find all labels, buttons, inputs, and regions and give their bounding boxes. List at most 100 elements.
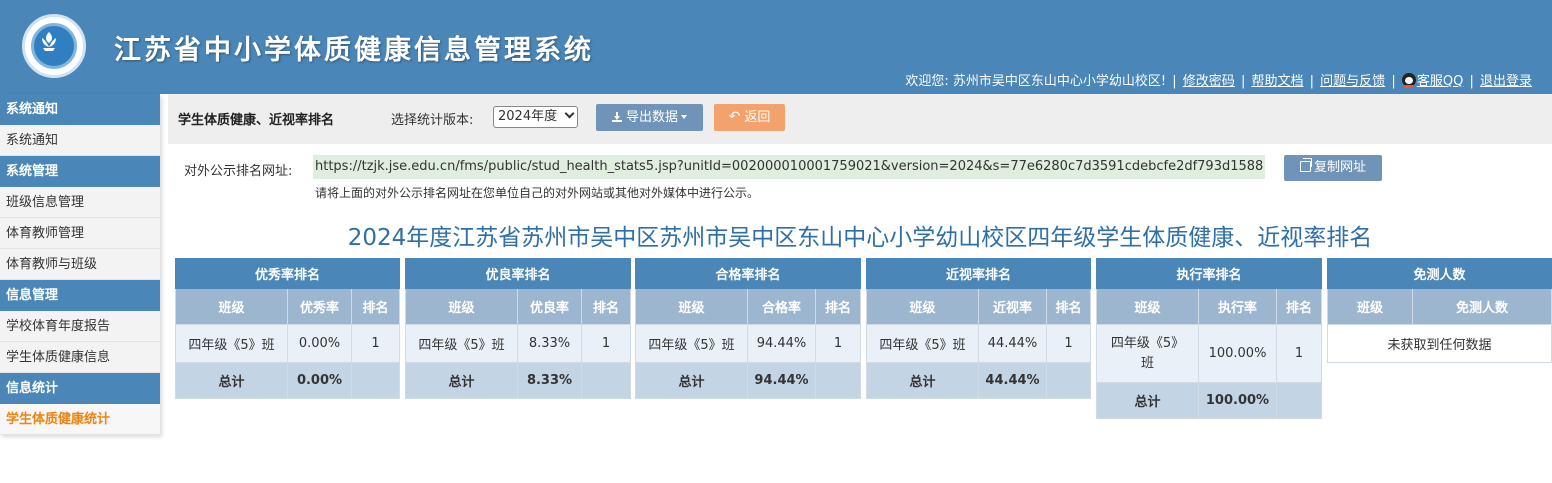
user-bar: 欢迎您: 苏州市吴中区东山中心小学幼山校区! | 修改密码 | 帮助文档 | 问… — [905, 73, 1532, 89]
column-header: 班级 — [866, 288, 979, 325]
table-caption: 合格率排名 — [635, 258, 861, 289]
class-cell: 四年级《5》班 — [405, 324, 518, 363]
sidebar-section-statistics[interactable]: 信息统计 — [0, 373, 160, 404]
pass-rate-table: 合格率排名 班级 合格率 排名 四年级《5》班 94.44% 1 总计 94.4… — [635, 258, 861, 399]
total-row: 总计 44.44% — [866, 362, 1091, 399]
table-row: 四年级《5》班 0.00% 1 — [175, 324, 400, 363]
help-doc-link[interactable]: 帮助文档 — [1251, 74, 1303, 89]
caret-down-icon — [681, 115, 687, 119]
excellent-rate-table: 优秀率排名 班级 优秀率 排名 四年级《5》班 0.00% 1 总计 0.00% — [175, 258, 400, 399]
site-logo — [22, 14, 86, 78]
public-url-note: 请将上面的对外公示排名网址在您单位自己的对外网站或其他对外媒体中进行公示。 — [315, 186, 760, 200]
class-cell: 四年级《5》班 — [635, 324, 748, 363]
sidebar-item-student-health-stats[interactable]: 学生体质健康统计 — [0, 404, 160, 435]
column-header: 班级 — [1096, 288, 1199, 325]
change-password-link[interactable]: 修改密码 — [1183, 74, 1235, 89]
version-select[interactable]: 2024年度 — [493, 106, 578, 128]
back-arrow-icon: ↶ — [728, 109, 741, 125]
rate-cell: 8.33% — [517, 324, 582, 363]
column-header: 执行率 — [1198, 288, 1277, 325]
export-data-label: 导出数据 — [625, 110, 678, 125]
total-row: 总计 94.44% — [635, 362, 861, 399]
top-header: 江苏省中小学体质健康信息管理系统 欢迎您: 苏州市吴中区东山中心小学幼山校区! … — [0, 0, 1552, 94]
version-label: 选择统计版本: — [391, 113, 474, 128]
total-label: 总计 — [175, 362, 288, 399]
sidebar-section-notice[interactable]: 系统通知 — [0, 94, 160, 125]
welcome-text: 欢迎您: 苏州市吴中区东山中心小学幼山校区! — [905, 74, 1167, 89]
ranking-heading: 2024年度江苏省苏州市吴中区苏州市吴中区东山中心小学幼山校区四年级学生体质健康… — [347, 225, 1373, 251]
qq-service-link[interactable]: 客服QQ — [1417, 74, 1463, 89]
total-row: 总计 8.33% — [405, 362, 631, 399]
execution-rate-table: 执行率排名 班级 执行率 排名 四年级《5》班 100.00% 1 总计 100… — [1096, 258, 1322, 419]
total-row: 总计 0.00% — [175, 362, 400, 399]
rate-cell: 0.00% — [287, 324, 352, 363]
rate-cell: 100.00% — [1198, 324, 1277, 383]
qq-icon — [1401, 73, 1416, 88]
column-header: 排名 — [1276, 288, 1322, 325]
sidebar-section-info-management[interactable]: 信息管理 — [0, 280, 160, 311]
total-label: 总计 — [635, 362, 748, 399]
rank-cell: 1 — [351, 324, 400, 363]
back-button[interactable]: ↶ 返回 — [714, 104, 785, 131]
total-value: 0.00% — [287, 362, 352, 399]
table-caption: 优秀率排名 — [175, 258, 400, 289]
column-header: 班级 — [175, 288, 288, 325]
column-header: 排名 — [581, 288, 631, 325]
sidebar-item-student-health-info[interactable]: 学生体质健康信息 — [0, 342, 160, 373]
table-caption: 执行率排名 — [1096, 258, 1322, 289]
table-caption: 优良率排名 — [405, 258, 631, 289]
total-value: 44.44% — [978, 362, 1047, 399]
total-label: 总计 — [1096, 382, 1199, 419]
rate-cell: 44.44% — [978, 324, 1047, 363]
copy-url-button[interactable]: 复制网址 — [1284, 155, 1382, 181]
column-header: 班级 — [635, 288, 748, 325]
total-label: 总计 — [866, 362, 979, 399]
copy-url-label: 复制网址 — [1313, 160, 1366, 175]
column-header: 免测人数 — [1412, 288, 1552, 325]
version-select-value: 2024年度 — [498, 109, 558, 124]
site-title: 江苏省中小学体质健康信息管理系统 — [114, 35, 594, 66]
sidebar-item-pe-teacher-management[interactable]: 体育教师管理 — [0, 218, 160, 249]
rank-cell: 1 — [1276, 324, 1322, 383]
table-caption: 免测人数 — [1327, 258, 1552, 289]
column-header: 近视率 — [978, 288, 1047, 325]
column-header: 班级 — [405, 288, 518, 325]
sidebar-item-annual-report[interactable]: 学校体育年度报告 — [0, 311, 160, 342]
column-header: 班级 — [1327, 288, 1413, 325]
table-row: 四年级《5》班 8.33% 1 — [405, 324, 631, 363]
page-title: 学生体质健康、近视率排名 — [178, 113, 335, 128]
sidebar-item-system-notice[interactable]: 系统通知 — [0, 125, 160, 156]
total-value: 8.33% — [517, 362, 582, 399]
rank-cell: 1 — [815, 324, 861, 363]
public-url-text[interactable]: https://tzjk.jse.edu.cn/fms/public/stud_… — [313, 155, 1266, 179]
logout-link[interactable]: 退出登录 — [1480, 74, 1532, 89]
sidebar-item-class-management[interactable]: 班级信息管理 — [0, 187, 160, 218]
export-data-button[interactable]: 导出数据 — [596, 104, 703, 131]
column-header: 排名 — [1046, 288, 1091, 325]
download-icon — [611, 112, 622, 122]
table-caption: 近视率排名 — [866, 258, 1091, 289]
back-label: 返回 — [744, 110, 771, 125]
sidebar-section-system-management[interactable]: 系统管理 — [0, 156, 160, 187]
column-header: 优良率 — [517, 288, 582, 325]
table-row: 四年级《5》班 44.44% 1 — [866, 324, 1091, 363]
sidebar: 系统通知 系统通知 系统管理 班级信息管理 体育教师管理 体育教师与班级 信息管… — [0, 94, 160, 435]
column-header: 优秀率 — [287, 288, 352, 325]
empty-message: 未获取到任何数据 — [1327, 324, 1552, 363]
column-header: 排名 — [351, 288, 400, 325]
class-cell: 四年级《5》班 — [866, 324, 979, 363]
sidebar-item-pe-teacher-class[interactable]: 体育教师与班级 — [0, 249, 160, 280]
class-cell: 四年级《5》班 — [175, 324, 288, 363]
column-header: 合格率 — [747, 288, 816, 325]
rank-cell: 1 — [1046, 324, 1091, 363]
total-row: 总计 100.00% — [1096, 382, 1322, 419]
rate-cell: 94.44% — [747, 324, 816, 363]
copy-icon — [1299, 158, 1312, 172]
table-row: 四年级《5》班 94.44% 1 — [635, 324, 861, 363]
empty-row: 未获取到任何数据 — [1327, 324, 1552, 363]
myopia-rate-table: 近视率排名 班级 近视率 排名 四年级《5》班 44.44% 1 总计 44.4… — [866, 258, 1091, 399]
total-value: 94.44% — [747, 362, 816, 399]
toolbar: 学生体质健康、近视率排名 选择统计版本: 2024年度 导出数据 ↶ 返回 — [168, 94, 1552, 144]
total-label: 总计 — [405, 362, 518, 399]
feedback-link[interactable]: 问题与反馈 — [1320, 74, 1385, 89]
